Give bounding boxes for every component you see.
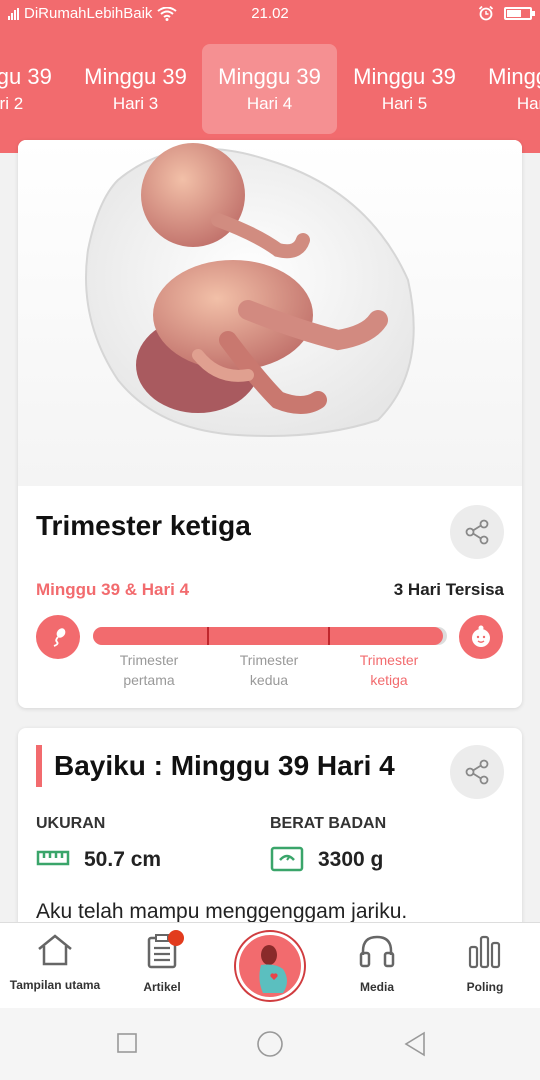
scale-icon <box>270 846 304 872</box>
birth-marker <box>459 615 503 659</box>
tab-day-3[interactable]: Minggu 39 Hari 3 <box>68 44 203 134</box>
tab-week-label: Minggu 39 <box>84 64 187 89</box>
trimester-label-1: Trimester pertama <box>94 650 204 690</box>
nav-articles-label: Artikel <box>143 980 181 994</box>
back-icon[interactable] <box>402 1030 428 1058</box>
headphones-icon <box>359 935 395 968</box>
nav-poll-label: Poling <box>466 980 504 994</box>
tab-day-4-active[interactable]: Minggu 39 Hari 4 <box>202 44 337 134</box>
share-button[interactable] <box>450 745 504 799</box>
trimester-divider-2 <box>328 627 330 645</box>
home-circle-icon[interactable] <box>256 1030 284 1058</box>
nav-home-label: Tampilan utama <box>9 978 101 992</box>
title-accent <box>36 745 42 787</box>
trimester-label-2: Trimester kedua <box>214 650 324 690</box>
trimester-label-line1: Trimester <box>359 652 419 668</box>
status-time: 21.02 <box>251 5 289 22</box>
alarm-icon <box>478 5 494 21</box>
fetus-image <box>85 143 415 437</box>
baby-title: Bayiku : Minggu 39 Hari 4 <box>54 750 395 781</box>
ruler-icon <box>36 850 70 866</box>
weight-value: 3300 g <box>318 848 384 871</box>
system-navigation-bar <box>0 1008 540 1080</box>
status-right <box>478 5 535 21</box>
bottom-navigation: Tampilan utama Artikel Media Poling <box>0 922 540 1008</box>
tab-day-6[interactable]: Minggu 39 Hari 6 <box>472 44 540 134</box>
bar-chart-icon <box>468 935 501 969</box>
trimester-label-line1: Trimester <box>119 652 179 668</box>
trimester-label-line2: pertama <box>123 672 175 688</box>
fetus-illustration <box>18 140 522 486</box>
recents-icon[interactable] <box>116 1032 138 1054</box>
trimester-label-3: Trimester ketiga <box>334 650 444 690</box>
trimester-divider-1 <box>207 627 209 645</box>
pregnant-woman-icon <box>259 945 287 993</box>
home-icon <box>38 934 72 966</box>
tab-week-label: Minggu 39 <box>218 64 321 89</box>
tab-day-label: Hari 2 <box>0 94 24 113</box>
header: DiRumahLebihBaik 21.02 Minggu 39 Hari 2 … <box>0 0 540 153</box>
tab-day-label: Hari 6 <box>516 94 540 113</box>
battery-icon <box>504 6 535 20</box>
trimester-label-line2: ketiga <box>370 672 408 688</box>
trimester-card: Trimester ketiga Minggu 39 & Hari 4 3 Ha… <box>18 140 522 708</box>
notification-badge <box>168 930 184 946</box>
nav-home[interactable]: Tampilan utama <box>0 933 110 992</box>
conception-marker <box>36 615 80 659</box>
baby-face-icon <box>472 625 490 647</box>
share-icon <box>465 519 489 545</box>
days-remaining: 3 Hari Tersisa <box>393 580 504 599</box>
tab-day-2[interactable]: Minggu 39 Hari 2 <box>0 44 68 134</box>
tab-day-5[interactable]: Minggu 39 Hari 5 <box>337 44 472 134</box>
tab-week-label: Minggu 39 <box>353 64 456 89</box>
pregnancy-progress-bar <box>93 627 447 645</box>
nav-media[interactable]: Media <box>322 933 432 994</box>
tab-day-label: Hari 4 <box>246 94 293 113</box>
trimester-label-line1: Trimester <box>239 652 299 668</box>
baby-description: Aku telah mampu menggenggam jariku. <box>36 900 408 923</box>
tab-day-label: Hari 5 <box>381 94 428 113</box>
current-week-day: Minggu 39 & Hari 4 <box>36 580 190 599</box>
nav-articles[interactable]: Artikel <box>107 933 217 994</box>
weight-label: BERAT BADAN <box>270 815 387 832</box>
tab-week-label: Minggu 39 <box>0 64 52 89</box>
tab-day-label: Hari 3 <box>112 94 159 113</box>
nav-media-label: Media <box>359 980 394 994</box>
progress-fill <box>93 627 444 645</box>
pregnancy-center-button[interactable] <box>236 932 304 1000</box>
size-label: UKURAN <box>36 815 106 832</box>
share-button[interactable] <box>450 505 504 559</box>
share-icon <box>465 759 489 785</box>
tab-week-label: Minggu 39 <box>488 64 540 89</box>
size-value: 50.7 cm <box>84 848 162 871</box>
trimester-label-line2: kedua <box>249 672 289 688</box>
week-day-tabs: Minggu 39 Hari 2 Minggu 39 Hari 3 Minggu… <box>0 44 540 134</box>
sperm-icon <box>53 628 66 647</box>
nav-poll[interactable]: Poling <box>430 933 540 994</box>
status-bar: DiRumahLebihBaik 21.02 <box>0 0 540 30</box>
trimester-title: Trimester ketiga <box>36 510 251 541</box>
